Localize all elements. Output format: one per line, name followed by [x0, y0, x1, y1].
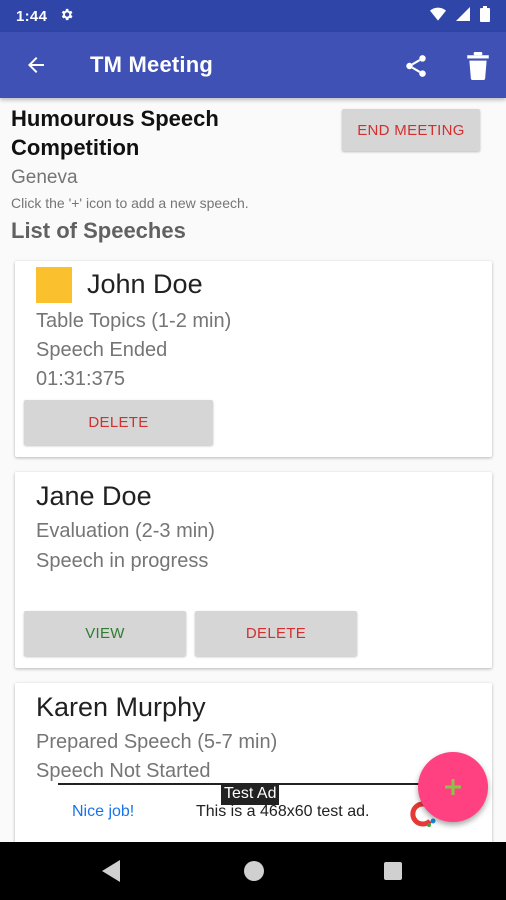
battery-icon: [480, 5, 490, 27]
speech-color-swatch: [36, 267, 72, 303]
nav-home-icon[interactable]: [244, 861, 264, 881]
add-speech-hint: Click the '+' icon to add a new speech.: [11, 195, 249, 211]
nav-recents-icon[interactable]: [384, 862, 402, 880]
delete-speech-button[interactable]: DELETE: [24, 400, 213, 445]
settings-gear-icon: [59, 7, 74, 26]
system-nav-bar: [0, 842, 506, 900]
speech-status: Speech in progress: [36, 550, 209, 572]
speech-type: Evaluation (2-3 min): [36, 520, 215, 542]
meeting-location: Geneva: [11, 167, 78, 188]
app-bar: TM Meeting: [0, 32, 506, 98]
speech-status: Speech Ended: [36, 339, 168, 361]
main-content: Humourous Speech Competition END MEETING…: [0, 98, 506, 842]
meeting-title: Humourous Speech Competition: [11, 106, 219, 160]
speech-status: Speech Not Started: [36, 760, 211, 782]
plus-icon: [445, 779, 461, 795]
add-speech-fab[interactable]: [418, 752, 488, 822]
speech-type: Prepared Speech (5-7 min): [36, 731, 278, 753]
speech-card: John Doe Table Topics (1-2 min) Speech E…: [15, 261, 492, 457]
view-speech-button[interactable]: VIEW: [24, 611, 186, 656]
delete-speech-button[interactable]: DELETE: [195, 611, 357, 656]
status-time: 1:44: [16, 7, 48, 25]
speech-type: Table Topics (1-2 min): [36, 310, 232, 332]
speeches-heading: List of Speeches: [11, 218, 186, 243]
app-title: TM Meeting: [90, 52, 213, 77]
ad-description: This is a 468x60 test ad.: [196, 803, 370, 820]
speaker-name: Jane Doe: [36, 481, 152, 511]
share-icon[interactable]: [396, 46, 436, 86]
delete-meeting-icon[interactable]: [458, 46, 498, 86]
speech-card: Jane Doe Evaluation (2-3 min) Speech in …: [15, 472, 492, 668]
nav-back-icon[interactable]: [100, 859, 122, 888]
speaker-name: Karen Murphy: [36, 692, 206, 722]
speaker-name: John Doe: [87, 269, 203, 299]
speech-time: 01:31:375: [36, 368, 125, 390]
wifi-icon: [430, 7, 446, 26]
status-bar: 1:44: [0, 0, 506, 32]
test-ad-tag: Test Ad: [221, 783, 280, 805]
ad-nice-job-text: Nice job!: [72, 803, 135, 820]
end-meeting-button[interactable]: END MEETING: [342, 109, 480, 151]
signal-icon: [456, 6, 470, 26]
back-arrow-icon[interactable]: [8, 37, 64, 93]
